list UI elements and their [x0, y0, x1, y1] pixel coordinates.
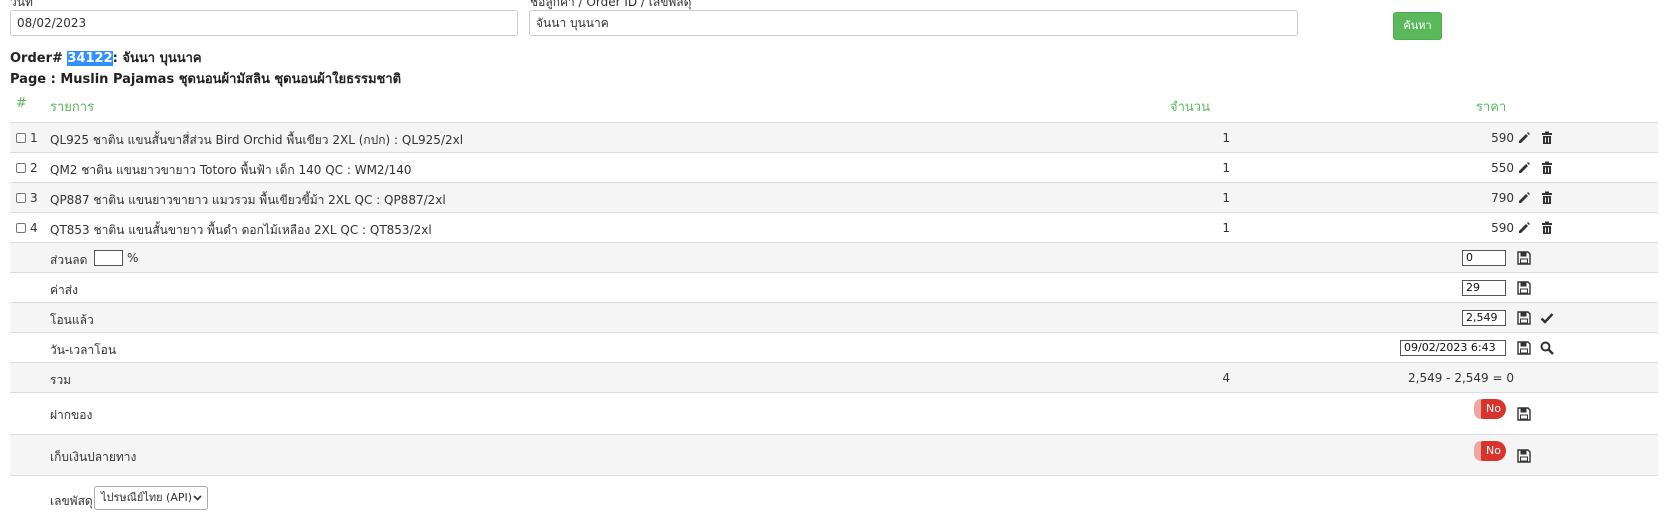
save-icon[interactable] [1517, 341, 1531, 355]
table-row: 2 QM2 ชาติน แขนยาวขายาว Totoro พื้นฟ้า เ… [10, 152, 1658, 182]
item-name: QL925 ชาติน แขนสั้นขาสี่ส่วน Bird Orchid… [50, 133, 464, 147]
item-price: 590 [1491, 131, 1514, 145]
row-number: 1 [30, 131, 38, 145]
save-icon[interactable] [1517, 449, 1531, 463]
search-icon[interactable] [1540, 341, 1554, 355]
row-checkbox[interactable] [16, 223, 26, 233]
cod-toggle[interactable]: No [1474, 441, 1506, 461]
toggle-state: No [1486, 402, 1501, 415]
transferred-input[interactable]: 2,549 [1462, 310, 1506, 326]
total-row: รวม 4 2,549 - 2,549 = 0 [10, 362, 1658, 392]
delete-trash-icon[interactable] [1540, 191, 1554, 205]
transferred-row: โอนแล้ว 2,549 [10, 302, 1658, 332]
delete-trash-icon[interactable] [1540, 221, 1554, 235]
deposit-toggle[interactable]: No [1474, 399, 1506, 419]
discount-amount-input[interactable]: 0 [1462, 250, 1506, 266]
shipping-input[interactable]: 29 [1462, 280, 1506, 296]
discount-percent-input[interactable] [94, 250, 123, 266]
shipping-label: ค่าส่ง [50, 283, 78, 297]
header-qty: จำนวน [1170, 100, 1210, 115]
row-number: 3 [30, 191, 38, 205]
edit-pencil-icon[interactable] [1517, 131, 1531, 145]
cod-label: เก็บเงินปลายทาง [50, 450, 137, 464]
carrier-selected: ไปรษณีย์ไทย (API) [101, 491, 193, 504]
header-item: รายการ [50, 100, 95, 115]
item-qty: 1 [1222, 191, 1230, 205]
item-price: 790 [1491, 191, 1514, 205]
save-icon[interactable] [1517, 311, 1531, 325]
transfer-time-input[interactable]: 09/02/2023 6:43 [1400, 340, 1506, 356]
row-number: 4 [30, 221, 38, 235]
edit-pencil-icon[interactable] [1517, 191, 1531, 205]
row-number: 2 [30, 161, 38, 175]
table-header: # รายการ จำนวน ราคา [10, 92, 1658, 122]
percent-sign: % [127, 251, 139, 265]
item-price: 590 [1491, 221, 1514, 235]
edit-pencil-icon[interactable] [1517, 161, 1531, 175]
item-qty: 1 [1222, 131, 1230, 145]
chevron-down-icon [193, 495, 202, 501]
transferred-label: โอนแล้ว [50, 313, 94, 327]
table-row: 3 QP887 ชาติน แขนยาวขายาว แมวรวม พื้นเขี… [10, 182, 1658, 212]
total-qty: 4 [1222, 371, 1230, 385]
deposit-row: ฝากของ No [10, 392, 1658, 434]
cod-row: เก็บเงินปลายทาง No [10, 434, 1658, 476]
shipping-row: ค่าส่ง 29 [10, 272, 1658, 302]
toggle-state: No [1486, 444, 1501, 457]
row-checkbox[interactable] [16, 133, 26, 143]
save-icon[interactable] [1517, 251, 1531, 265]
toggle-knob [1474, 441, 1481, 461]
header-price: ราคา [1476, 100, 1507, 115]
save-icon[interactable] [1517, 281, 1531, 295]
toggle-knob [1474, 399, 1481, 419]
carrier-select[interactable]: ไปรษณีย์ไทย (API) [94, 486, 208, 510]
row-checkbox[interactable] [16, 163, 26, 173]
header-num: # [16, 96, 27, 111]
order-prefix: Order# [10, 51, 63, 66]
delete-trash-icon[interactable] [1540, 131, 1554, 145]
item-qty: 1 [1222, 221, 1230, 235]
item-qty: 1 [1222, 161, 1230, 175]
transfer-time-label: วัน-เวลาโอน [50, 343, 117, 357]
delete-trash-icon[interactable] [1540, 161, 1554, 175]
discount-label: ส่วนลด [50, 253, 88, 267]
save-icon[interactable] [1517, 407, 1531, 421]
total-label: รวม [50, 373, 72, 387]
order-id: 34122 [67, 51, 113, 66]
check-icon[interactable] [1540, 311, 1554, 325]
tracking-label: เลขพัสดุ [50, 494, 93, 508]
item-name: QP887 ชาติน แขนยาวขายาว แมวรวม พื้นเขียว… [50, 193, 446, 207]
table-row: 4 QT853 ชาติน แขนสั้นขายาว พื้นดำ ดอกไม้… [10, 212, 1658, 242]
search-input[interactable]: จันนา บุนนาค [529, 10, 1298, 36]
order-customer: : จันนา บุนนาค [112, 51, 202, 66]
edit-pencil-icon[interactable] [1517, 221, 1531, 235]
search-button[interactable]: ค้นหา [1393, 12, 1442, 40]
item-price: 550 [1491, 161, 1514, 175]
order-title: Order# 34122: จันนา บุนนาค [10, 47, 202, 68]
total-summary: 2,549 - 2,549 = 0 [1408, 371, 1514, 385]
row-checkbox[interactable] [16, 193, 26, 203]
transfer-time-row: วัน-เวลาโอน 09/02/2023 6:43 [10, 332, 1658, 362]
deposit-label: ฝากของ [50, 408, 93, 422]
date-input[interactable]: 08/02/2023 [10, 10, 518, 36]
item-name: QT853 ชาติน แขนสั้นขายาว พื้นดำ ดอกไม้เห… [50, 223, 432, 237]
discount-row: ส่วนลด % 0 [10, 242, 1658, 272]
item-name: QM2 ชาติน แขนยาวขายาว Totoro พื้นฟ้า เด็… [50, 163, 412, 177]
table-row: 1 QL925 ชาติน แขนสั้นขาสี่ส่วน Bird Orch… [10, 122, 1658, 152]
page-title: Page : Muslin Pajamas ชุดนอนผ้ามัสลิน ชุ… [10, 72, 402, 87]
